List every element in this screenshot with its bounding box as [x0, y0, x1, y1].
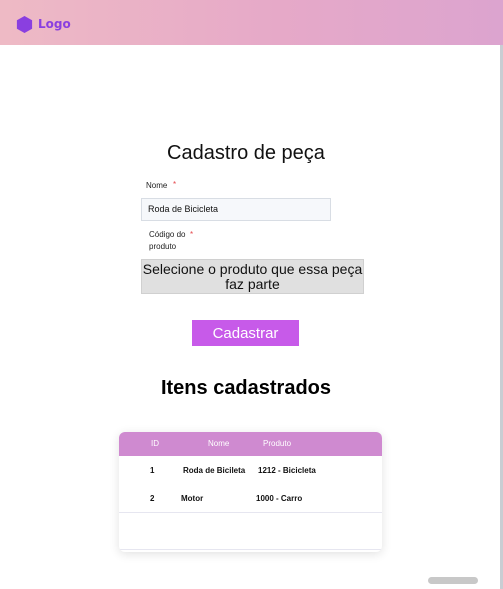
hexagon-icon — [15, 15, 34, 34]
logo[interactable]: Logo — [15, 14, 71, 34]
codigo-label: Código do produto — [149, 230, 186, 251]
cell-nome: Motor — [181, 494, 204, 503]
table-header: ID Nome Produto — [119, 432, 382, 456]
column-header-id: ID — [151, 439, 159, 448]
column-header-nome: Nome — [208, 439, 230, 448]
nome-required-marker: * — [173, 180, 177, 189]
items-table: ID Nome Produto 1 Roda de Bicileta 1212 … — [119, 432, 382, 552]
cell-id: 2 — [150, 494, 155, 503]
column-header-produto: Produto — [263, 439, 292, 448]
cell-produto: 1000 - Carro — [256, 494, 303, 503]
scrollbar-thumb[interactable] — [428, 577, 478, 584]
row-divider — [119, 512, 382, 513]
cell-nome: Roda de Bicileta — [183, 466, 246, 475]
nome-input[interactable]: Roda de Bicicleta — [141, 198, 331, 221]
codigo-required-marker: * — [190, 230, 194, 239]
cell-id: 1 — [150, 466, 155, 475]
logo-text: Logo — [38, 17, 71, 31]
top-header: Logo — [0, 0, 503, 45]
list-title: Itens cadastrados — [160, 377, 332, 399]
row-divider — [119, 549, 382, 550]
form-title: Cadastro de peça — [167, 142, 325, 164]
cadastrar-button[interactable]: Cadastrar — [192, 320, 299, 346]
produto-select[interactable]: Selecione o produto que essa peça faz pa… — [141, 259, 364, 294]
nome-label: Nome — [146, 181, 168, 190]
cell-produto: 1212 - Bicicleta — [258, 466, 316, 475]
